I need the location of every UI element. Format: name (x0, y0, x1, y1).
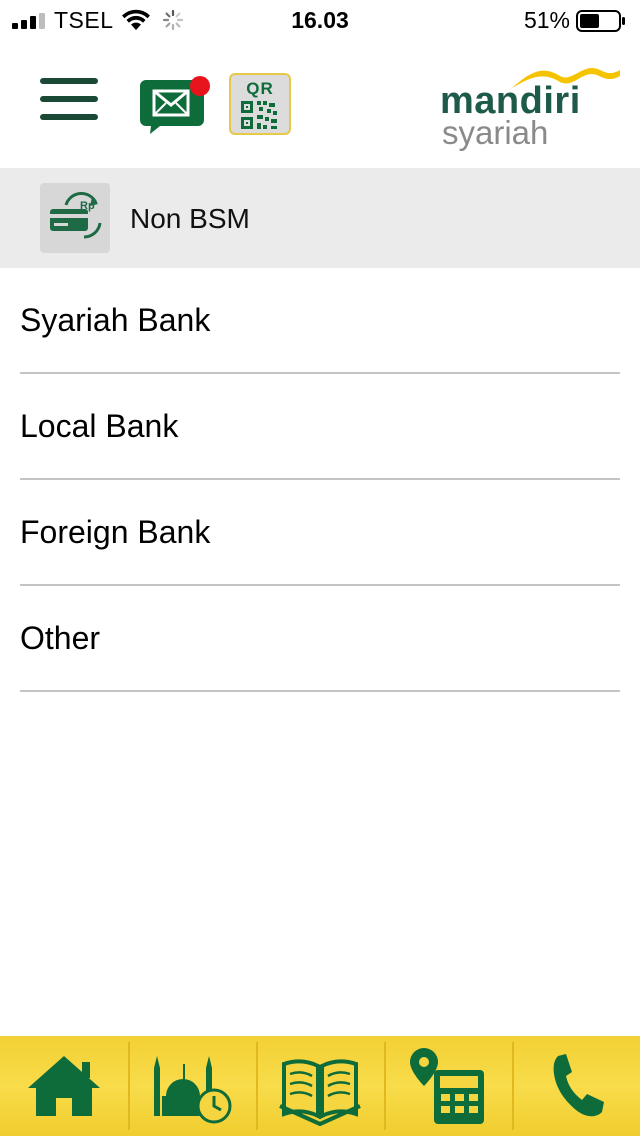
list-item-other[interactable]: Other (0, 586, 640, 692)
status-bar: TSEL 16.03 51% (0, 0, 640, 40)
section-title: Non BSM (130, 203, 250, 234)
list-item-local-bank[interactable]: Local Bank (0, 374, 640, 480)
location-calculator-icon (410, 1048, 484, 1124)
nav-quran[interactable] (256, 1036, 384, 1136)
list-item-syariah-bank[interactable]: Syariah Bank (0, 268, 640, 374)
nav-location-calculator[interactable] (384, 1036, 512, 1136)
mosque-prayer-time-icon (154, 1056, 232, 1124)
inbox-button[interactable] (138, 74, 210, 136)
list-item-label: Syariah Bank (20, 302, 211, 338)
battery-icon (576, 10, 625, 32)
menu-bar-icon (40, 114, 98, 120)
divider (20, 690, 620, 692)
nav-call[interactable] (512, 1036, 640, 1136)
list-item-foreign-bank[interactable]: Foreign Bank (0, 480, 640, 586)
qr-label: QR (246, 79, 274, 98)
qr-button[interactable]: QR (229, 73, 291, 135)
nav-prayer-time[interactable] (128, 1036, 256, 1136)
menu-bar-icon (40, 78, 98, 84)
menu-button[interactable] (36, 70, 102, 128)
app-header: QR mandiri syariah (0, 40, 640, 168)
bottom-navigation (0, 1036, 640, 1136)
card-transfer-icon: Rp (50, 192, 102, 239)
brand-subname: syariah (442, 114, 549, 151)
quran-book-icon (279, 1059, 361, 1127)
battery-percentage: 51% (523, 7, 570, 33)
qr-code-icon (241, 101, 277, 129)
list-item-label: Local Bank (20, 408, 179, 444)
section-icon-box: Rp (40, 183, 110, 253)
menu-bar-icon (40, 96, 98, 102)
section-icon-text: Rp (80, 200, 95, 212)
brand-logo: mandiri syariah (436, 58, 626, 154)
phone-icon (553, 1054, 604, 1117)
home-icon (28, 1056, 100, 1116)
nav-home[interactable] (0, 1036, 128, 1136)
bank-type-list: Syariah Bank Local Bank Foreign Bank Oth… (0, 268, 640, 692)
section-header: Rp Non BSM (0, 168, 640, 268)
list-item-label: Other (20, 620, 101, 656)
list-item-label: Foreign Bank (20, 514, 211, 550)
notification-dot-icon (190, 76, 210, 96)
